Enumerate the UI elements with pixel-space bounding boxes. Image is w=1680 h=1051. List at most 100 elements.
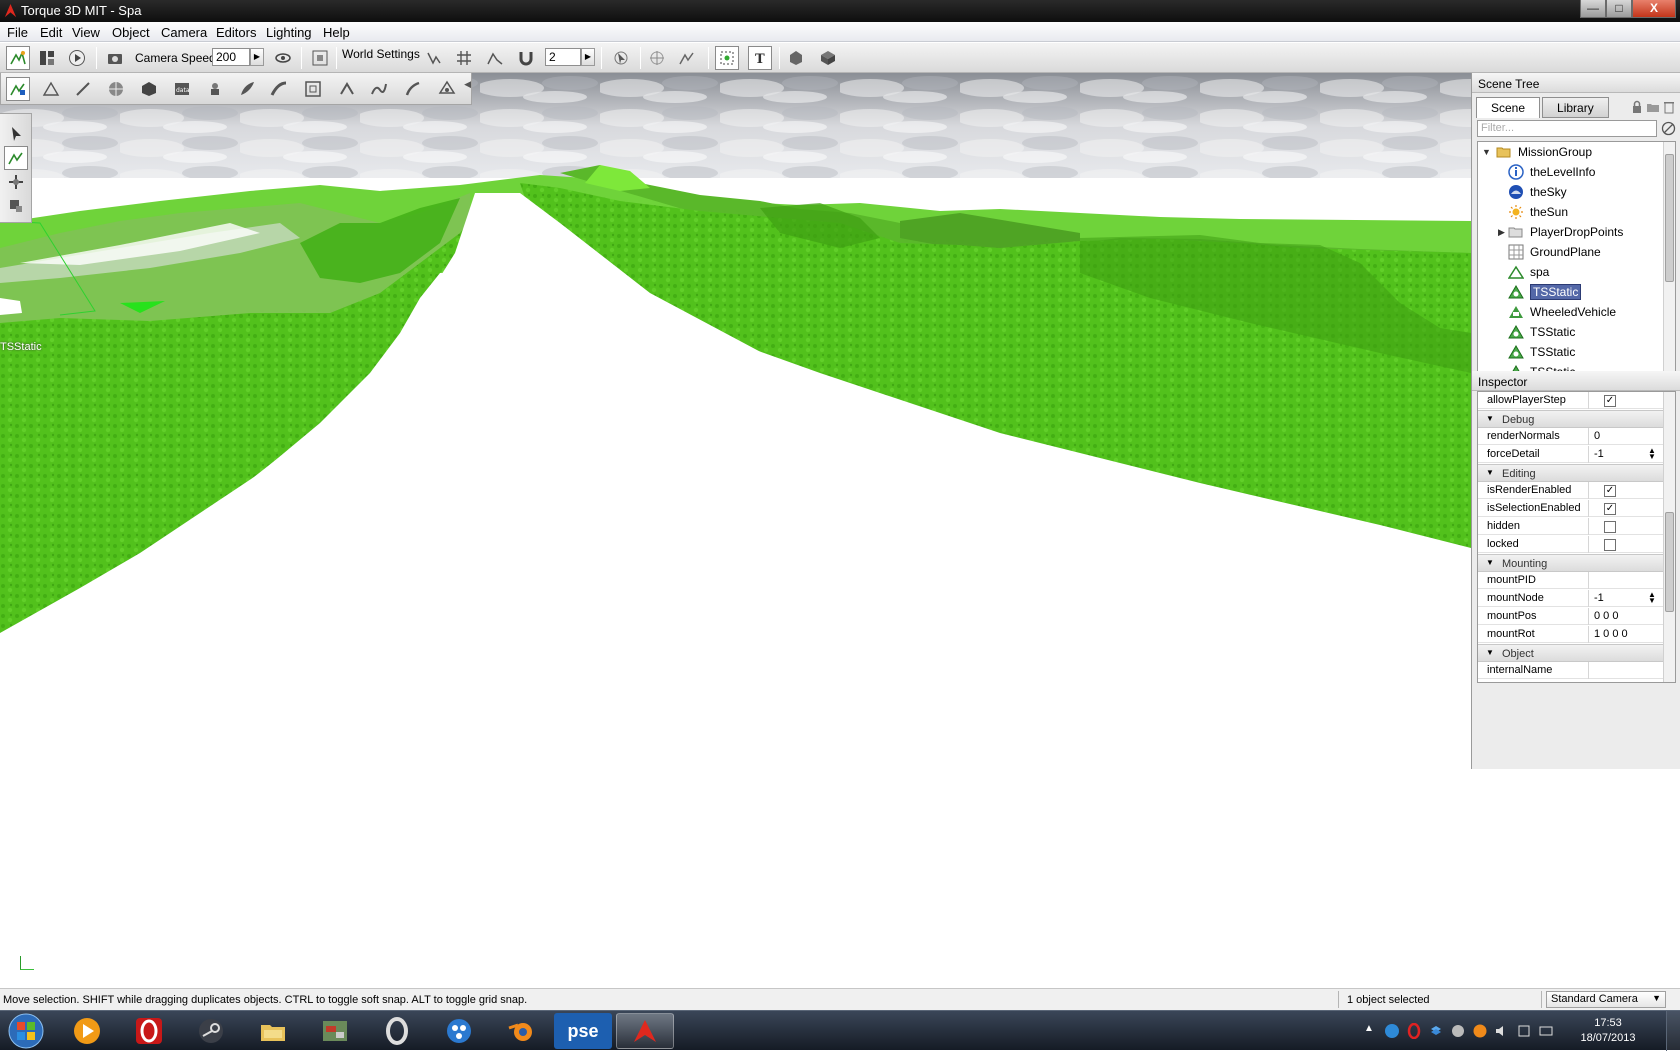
river-editor-icon[interactable] xyxy=(367,77,391,101)
rotate-icon[interactable] xyxy=(4,170,28,194)
camera-speed-input[interactable]: 200 xyxy=(212,48,250,66)
object-center-icon[interactable] xyxy=(645,46,669,70)
rendernormals-input[interactable]: 0 xyxy=(1594,430,1600,442)
avast-icon[interactable] xyxy=(1472,1023,1488,1039)
terrain-editor-icon[interactable] xyxy=(39,77,63,101)
volume-icon[interactable] xyxy=(1494,1023,1510,1039)
camera-mode-select[interactable]: Standard Camera ▼ xyxy=(1546,991,1666,1008)
terrain-painter-icon[interactable] xyxy=(71,77,95,101)
opera-tray-icon[interactable] xyxy=(1406,1022,1422,1040)
group-debug[interactable]: ▼ Debug xyxy=(1478,410,1664,428)
navmesh-editor-icon[interactable] xyxy=(435,77,459,101)
road-editor-icon[interactable] xyxy=(267,77,291,101)
menu-help[interactable]: Help xyxy=(323,25,350,40)
mountnode-spinner-icon[interactable]: ▲ ▼ xyxy=(1646,591,1658,605)
mountpos-input[interactable]: 0 0 0 xyxy=(1594,610,1618,622)
datablock-icon[interactable] xyxy=(816,46,840,70)
isselectionenabled-checkbox[interactable]: ✓ xyxy=(1604,503,1616,515)
drop-icon[interactable] xyxy=(784,46,808,70)
eye-icon[interactable] xyxy=(271,46,295,70)
expand-missiongroup-icon[interactable]: ▼ xyxy=(1482,147,1492,157)
scale-icon[interactable] xyxy=(4,194,28,218)
mesh-road-editor-icon[interactable] xyxy=(301,77,325,101)
opera-next-icon[interactable] xyxy=(368,1013,426,1049)
forest-editor-icon[interactable] xyxy=(235,77,259,101)
close-button[interactable]: X xyxy=(1632,0,1676,18)
snap-icon[interactable] xyxy=(422,46,446,70)
menu-view[interactable]: View xyxy=(72,25,100,40)
mountnode-input[interactable]: -1 xyxy=(1594,592,1604,604)
app-blue-icon[interactable] xyxy=(430,1013,488,1049)
forcedetail-input[interactable]: -1 xyxy=(1594,448,1604,460)
move-icon[interactable] xyxy=(4,146,28,170)
maximize-button[interactable]: □ xyxy=(1606,0,1632,18)
allowplayerstep-checkbox[interactable]: ✓ xyxy=(1604,395,1616,407)
blender-icon[interactable] xyxy=(492,1013,550,1049)
pse-icon[interactable]: pse xyxy=(554,1013,612,1049)
tab-library[interactable]: Library xyxy=(1542,97,1609,118)
steam-tray-icon[interactable] xyxy=(1450,1023,1466,1039)
locked-checkbox[interactable] xyxy=(1604,539,1616,551)
play-icon[interactable] xyxy=(65,46,89,70)
torque-icon[interactable] xyxy=(616,1013,674,1049)
show-desktop-button[interactable] xyxy=(1666,1011,1680,1051)
network-globe-icon[interactable] xyxy=(1384,1023,1400,1039)
inspector-scrollbar[interactable] xyxy=(1663,392,1675,682)
tree-item-spa[interactable]: spa xyxy=(1508,262,1549,282)
tree-item-missiongroup[interactable]: MissionGroup xyxy=(1496,142,1592,162)
isrenderenabled-checkbox[interactable]: ✓ xyxy=(1604,485,1616,497)
snap-value-arrow-icon[interactable]: ▶ xyxy=(581,48,595,66)
tree-item-tsstatic[interactable]: TSStatic xyxy=(1508,322,1575,342)
tree-item-thelevelinfo[interactable]: theLevelInfo xyxy=(1508,162,1595,182)
world-editor-icon[interactable] xyxy=(6,46,30,70)
tree-item-playerdroppoints[interactable]: PlayerDropPoints xyxy=(1508,222,1623,242)
mountrot-input[interactable]: 1 0 0 0 xyxy=(1594,628,1628,640)
material-editor-icon[interactable] xyxy=(104,77,128,101)
tree-item-thesky[interactable]: theSky xyxy=(1508,182,1567,202)
new-folder-icon[interactable] xyxy=(1646,100,1660,114)
menu-editors[interactable]: Editors xyxy=(216,25,256,40)
lock-icon[interactable] xyxy=(1630,100,1644,114)
toolbar-collapse-icon[interactable]: ◀ xyxy=(464,79,471,90)
start-button[interactable] xyxy=(4,1012,48,1050)
camera-speed-arrow-icon[interactable]: ▶ xyxy=(250,48,264,66)
tab-scene[interactable]: Scene xyxy=(1476,97,1541,118)
steam-icon[interactable] xyxy=(182,1013,240,1049)
shape-editor-icon[interactable] xyxy=(401,77,425,101)
tree-item-tsstatic[interactable]: TSStatic xyxy=(1508,342,1575,362)
3d-viewport[interactable]: data ◀ TSStatic xyxy=(0,73,1471,988)
network-icon[interactable] xyxy=(1538,1023,1554,1039)
expand-playerdroppoints-icon[interactable]: ▶ xyxy=(1498,227,1508,237)
vlc-icon[interactable] xyxy=(58,1013,116,1049)
grid-icon[interactable] xyxy=(452,46,476,70)
tree-item-thesun[interactable]: theSun xyxy=(1508,202,1568,222)
delete-icon[interactable] xyxy=(1662,100,1676,114)
menu-object[interactable]: Object xyxy=(112,25,150,40)
magnet-icon[interactable] xyxy=(514,46,538,70)
text-labels-icon[interactable]: T xyxy=(748,46,772,70)
action-center-icon[interactable] xyxy=(1516,1023,1532,1039)
tree-item-groundplane[interactable]: GroundPlane xyxy=(1508,242,1601,262)
select-mode-icon[interactable] xyxy=(609,46,633,70)
scene-filter-input[interactable]: Filter... xyxy=(1477,120,1657,137)
fit-selection-icon[interactable] xyxy=(308,46,332,70)
menu-file[interactable]: File xyxy=(7,25,28,40)
object-editor-icon[interactable] xyxy=(6,77,30,101)
menu-lighting[interactable]: Lighting xyxy=(266,25,312,40)
datablock-editor-icon[interactable]: data xyxy=(170,77,194,101)
tree-item-wheeledvehicle[interactable]: WheeledVehicle xyxy=(1508,302,1616,322)
group-mounting[interactable]: ▼ Mounting xyxy=(1478,554,1664,572)
camera-icon[interactable] xyxy=(103,46,127,70)
menu-camera[interactable]: Camera xyxy=(161,25,207,40)
menu-edit[interactable]: Edit xyxy=(40,25,62,40)
terrain-snap-icon[interactable] xyxy=(483,46,507,70)
show-hidden-icons-icon[interactable]: ▲ xyxy=(1364,1023,1380,1039)
dropbox-icon[interactable] xyxy=(1428,1023,1444,1039)
gui-editor-icon[interactable] xyxy=(35,46,59,70)
opera-icon[interactable] xyxy=(120,1013,178,1049)
selection-lock-icon[interactable] xyxy=(715,46,739,70)
forcedetail-spinner-icon[interactable]: ▲ ▼ xyxy=(1646,447,1658,461)
snap-value-input[interactable]: 2 xyxy=(545,48,581,66)
sketch-tool-icon[interactable] xyxy=(137,77,161,101)
tree-item-tsstatic-selected[interactable]: TSStatic xyxy=(1508,282,1582,302)
